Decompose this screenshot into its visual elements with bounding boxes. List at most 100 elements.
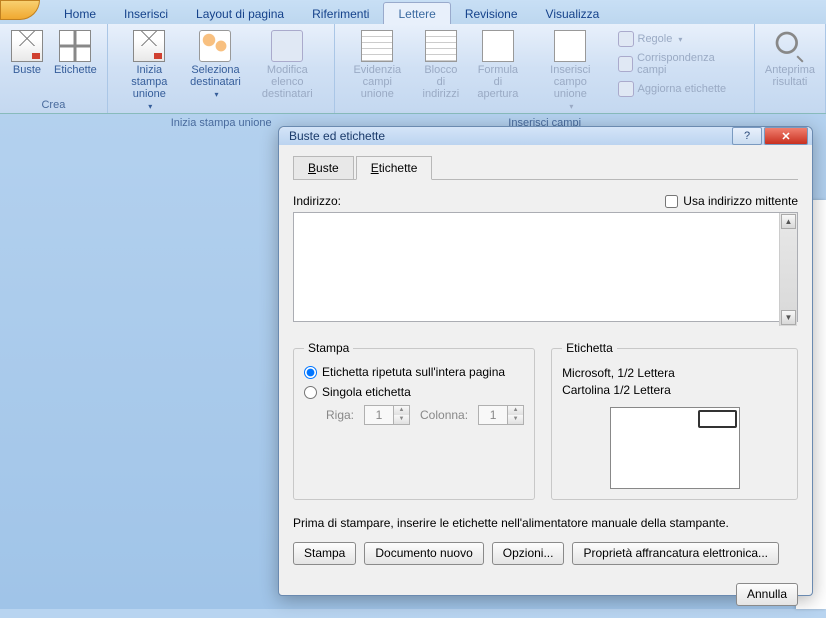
anteprima-label: Anteprima risultati [765,64,815,88]
group-inizia: Inizia stampa unione Seleziona destinata… [108,24,336,113]
usa-mittente-checkbox[interactable]: Usa indirizzo mittente [665,194,798,208]
inserisci-label: Inserisci campo unione [533,64,607,100]
formula-label: Formula di apertura [473,64,524,100]
blocco-indirizzi-button: Blocco di indirizzi [415,27,466,115]
evidenzia-button: Evidenzia campi unione [341,27,413,115]
match-fields-icon [618,56,634,72]
inizia-stampa-button[interactable]: Inizia stampa unione [114,27,185,115]
colonna-spinner: ▲▼ [478,405,524,425]
etichetta-line2: Cartolina 1/2 Lettera [562,382,787,399]
col-down: ▼ [508,415,523,424]
inizia-label: Inizia stampa unione [118,64,181,100]
close-button[interactable]: ✕ [764,127,808,145]
riga-spinner: ▲▼ [364,405,410,425]
update-labels-icon [618,81,634,97]
group-label-crea: Crea [6,97,101,113]
buste-etichette-dialog: Buste ed etichette ? ✕ Buste Etichette I… [278,126,813,596]
scroll-down-button[interactable]: ▼ [781,310,796,325]
tab-buste[interactable]: Buste [293,156,354,180]
address-block-icon [425,30,457,62]
annulla-button[interactable]: Annulla [736,583,798,606]
tab-inserisci[interactable]: Inserisci [110,3,182,24]
radio-singola[interactable]: Singola etichetta [304,385,524,399]
documento-nuovo-button[interactable]: Documento nuovo [364,542,483,565]
riga-input [364,405,394,425]
tab-lettere[interactable]: Lettere [383,2,450,24]
tab-etichette[interactable]: Etichette [356,156,433,180]
tab-layout[interactable]: Layout di pagina [182,3,298,24]
radio-ripetuta[interactable]: Etichetta ripetuta sull'intera pagina [304,365,524,379]
col-up: ▲ [508,406,523,415]
ribbon-tabs: Home Inserisci Layout di pagina Riferime… [0,0,826,24]
etichette-button[interactable]: Etichette [50,27,101,97]
rules-icon [618,31,634,47]
stampa-fieldset: Stampa Etichetta ripetuta sull'intera pa… [293,341,535,500]
radio-singola-input[interactable] [304,386,317,399]
dialog-titlebar[interactable]: Buste ed etichette ? ✕ [279,127,812,145]
label-preview [610,407,740,489]
labels-icon [59,30,91,62]
tab-riferimenti[interactable]: Riferimenti [298,3,383,24]
etichetta-line1: Microsoft, 1/2 Lettera [562,365,787,382]
modifica-label: Modifica elenco destinatari [250,64,324,100]
insert-field-icon [554,30,586,62]
indirizzo-textarea[interactable] [293,212,798,322]
corr-label: Corrispondenza campi [637,52,744,76]
etichetta-fieldset[interactable]: Etichetta Microsoft, 1/2 Lettera Cartoli… [551,341,798,500]
tab-revisione[interactable]: Revisione [451,3,532,24]
indirizzo-label: Indirizzo: [293,194,341,208]
group-crea: Buste Etichette Crea [0,24,108,113]
group-anteprima: Anteprima risultati [755,24,826,113]
edit-list-icon [271,30,303,62]
envelope-icon [11,30,43,62]
ribbon: Buste Etichette Crea Inizia stampa union… [0,24,826,114]
group-label-anteprima [761,97,819,113]
dropdown-arrow-icon [676,33,682,45]
proprieta-button[interactable]: Proprietà affrancatura elettronica... [572,542,779,565]
modifica-elenco-button: Modifica elenco destinatari [246,27,328,115]
dropdown-arrow-icon [212,88,218,100]
dropdown-arrow-icon [567,100,573,112]
opzioni-button[interactable]: Opzioni... [492,542,565,565]
riga-down: ▼ [394,415,409,424]
print-hint: Prima di stampare, inserire le etichette… [293,516,798,530]
etichetta-legend: Etichetta [562,341,617,355]
help-button[interactable]: ? [732,127,762,145]
colonna-label: Colonna: [420,408,468,422]
stampa-button[interactable]: Stampa [293,542,356,565]
dialog-title: Buste ed etichette [289,129,385,143]
stampa-legend: Stampa [304,341,353,355]
greeting-icon [482,30,514,62]
seleziona-label: Seleziona destinatari [190,64,241,88]
regole-button: Regole [614,29,748,49]
seleziona-destinatari-button[interactable]: Seleziona destinatari [187,27,244,115]
tab-visualizza[interactable]: Visualizza [532,3,614,24]
aggiorna-etichette-button: Aggiorna etichette [614,79,748,99]
evidenzia-label: Evidenzia campi unione [345,64,409,100]
ripetuta-label: Etichetta ripetuta sull'intera pagina [322,365,505,379]
buste-button[interactable]: Buste [6,27,48,97]
dropdown-arrow-icon [146,100,152,112]
anteprima-button: Anteprima risultati [761,27,819,97]
people-icon [199,30,231,62]
regole-label: Regole [638,33,673,45]
indirizzo-wrapper: ▲ ▼ [293,212,798,327]
buste-label: Buste [13,64,41,76]
corrispondenza-button: Corrispondenza campi [614,50,748,78]
tab-home[interactable]: Home [50,3,110,24]
radio-ripetuta-input[interactable] [304,366,317,379]
highlight-icon [361,30,393,62]
riga-up: ▲ [394,406,409,415]
scroll-up-button[interactable]: ▲ [781,214,796,229]
dialog-tabs: Buste Etichette [293,155,798,180]
group-campi: Evidenzia campi unione Blocco di indiriz… [335,24,754,113]
colonna-input [478,405,508,425]
etichette-label: Etichette [54,64,97,76]
usa-mittente-input[interactable] [665,195,678,208]
inserisci-campo-button: Inserisci campo unione [529,27,611,115]
riga-label: Riga: [326,408,354,422]
formula-apertura-button: Formula di apertura [469,27,528,115]
aggiorna-label: Aggiorna etichette [638,83,727,95]
blocco-label: Blocco di indirizzi [419,64,462,100]
preview-icon [774,30,806,62]
